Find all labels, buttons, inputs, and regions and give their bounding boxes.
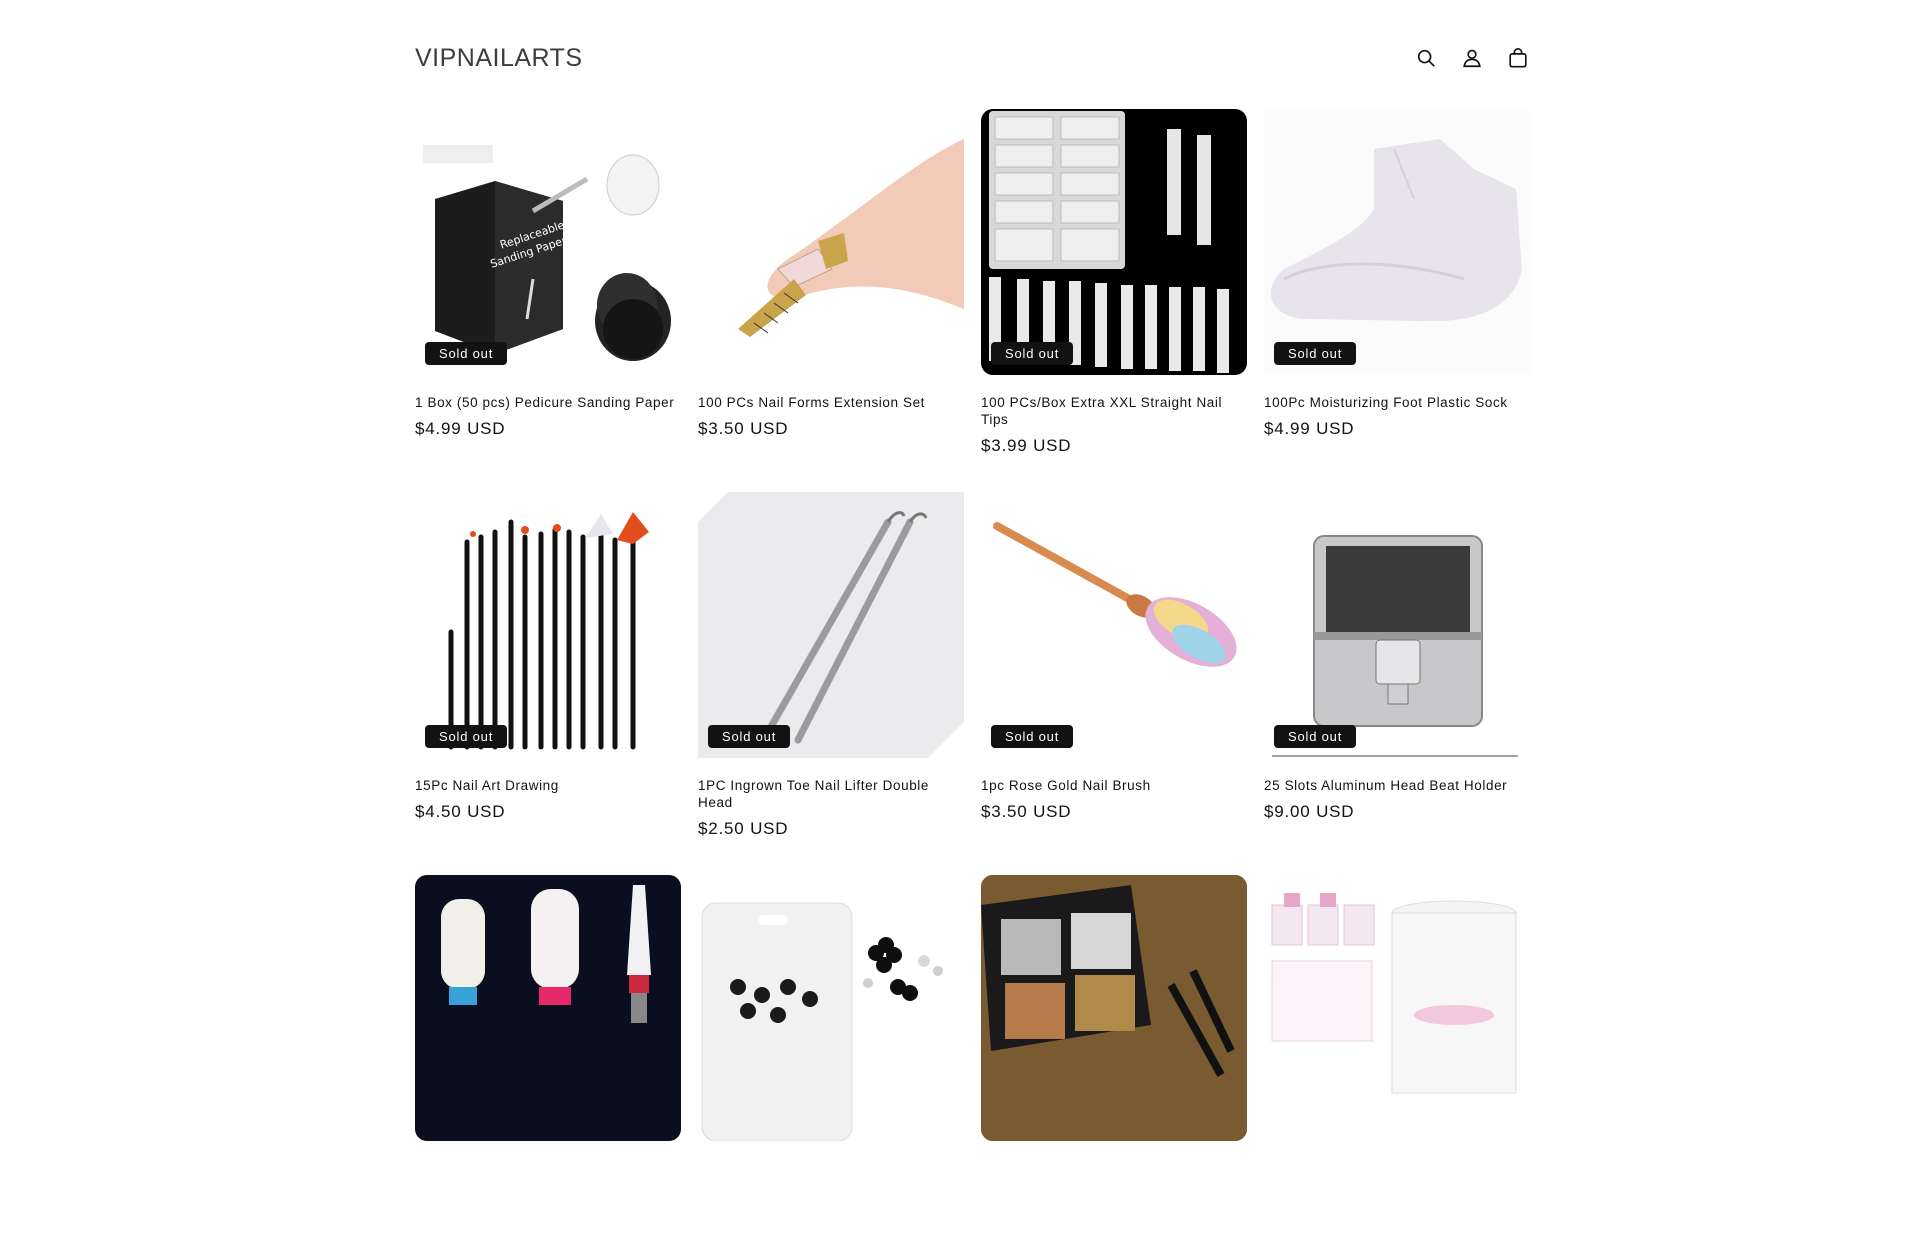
product-card[interactable] [698,875,964,1258]
product-title[interactable]: 100Pc Moisturizing Foot Plastic Sock [1264,394,1530,411]
product-card[interactable]: Sold out 25 Slots Aluminum Head Beat Hol… [1264,492,1530,875]
product-title[interactable]: 100 PCs Nail Forms Extension Set [698,394,964,411]
sold-out-badge: Sold out [1274,725,1357,748]
product-price: $4.50 USD [415,802,506,821]
product-title[interactable]: 15Pc Nail Art Drawing [415,777,681,794]
product-image-nail-tips[interactable]: Sold out [981,109,1247,375]
product-price: $3.50 USD [981,802,1072,821]
product-image-eyeshadow-palette[interactable] [981,875,1247,1141]
store-logo[interactable]: VIPNAILARTS [415,44,583,73]
sold-out-badge: Sold out [991,725,1074,748]
product-grid: Replaceable Sanding Paper Sold out 1 Box… [415,109,1531,1258]
product-price: $4.99 USD [415,419,506,438]
product-price: $4.99 USD [1264,419,1355,438]
product-image-nail-lifter[interactable]: Sold out [698,492,964,758]
product-image-drill-bits[interactable] [415,875,681,1141]
product-title[interactable]: 100 PCs/Box Extra XXL Straight Nail Tips [981,394,1247,428]
site-header: VIPNAILARTS [415,36,1531,80]
product-card[interactable]: 100 PCs Nail Forms Extension Set $3.50 U… [698,109,964,492]
sold-out-badge: Sold out [1274,342,1357,365]
product-image-sanding-paper[interactable]: Replaceable Sanding Paper Sold out [415,109,681,375]
product-card[interactable]: Sold out 100 PCs/Box Extra XXL Straight … [981,109,1247,492]
sold-out-badge: Sold out [425,725,508,748]
product-image-foot-sock[interactable]: Sold out [1264,109,1530,375]
product-price: $3.50 USD [698,419,789,438]
product-title[interactable]: 1 Box (50 pcs) Pedicure Sanding Paper [415,394,681,411]
product-image-rose-brush[interactable]: Sold out [981,492,1247,758]
sold-out-badge: Sold out [991,342,1074,365]
sold-out-badge: Sold out [708,725,791,748]
product-image-acrylic-jars[interactable] [1264,875,1530,1141]
product-title[interactable]: 1pc Rose Gold Nail Brush [981,777,1247,794]
product-image-black-flowers[interactable] [698,875,964,1141]
product-image-brush-set[interactable]: Sold out [415,492,681,758]
product-price: $2.50 USD [698,819,789,838]
product-card[interactable]: Sold out 15Pc Nail Art Drawing $4.50 USD [415,492,681,875]
product-price: $9.00 USD [1264,802,1355,821]
sold-out-badge: Sold out [425,342,508,365]
header-icons [1413,45,1531,71]
product-card[interactable] [415,875,681,1258]
product-card[interactable]: Sold out 1PC Ingrown Toe Nail Lifter Dou… [698,492,964,875]
product-title[interactable]: 25 Slots Aluminum Head Beat Holder [1264,777,1530,794]
search-icon[interactable] [1413,45,1439,71]
product-image-nail-forms[interactable] [698,109,964,375]
product-card[interactable]: Replaceable Sanding Paper Sold out 1 Box… [415,109,681,492]
product-card[interactable]: Sold out 100Pc Moisturizing Foot Plastic… [1264,109,1530,492]
account-icon[interactable] [1459,45,1485,71]
product-price: $3.99 USD [981,436,1072,455]
product-title[interactable]: 1PC Ingrown Toe Nail Lifter Double Head [698,777,964,811]
product-card[interactable] [1264,875,1530,1258]
product-image-aluminum-case[interactable]: Sold out [1264,492,1530,758]
product-card[interactable] [981,875,1247,1258]
cart-icon[interactable] [1505,45,1531,71]
product-card[interactable]: Sold out 1pc Rose Gold Nail Brush $3.50 … [981,492,1247,875]
